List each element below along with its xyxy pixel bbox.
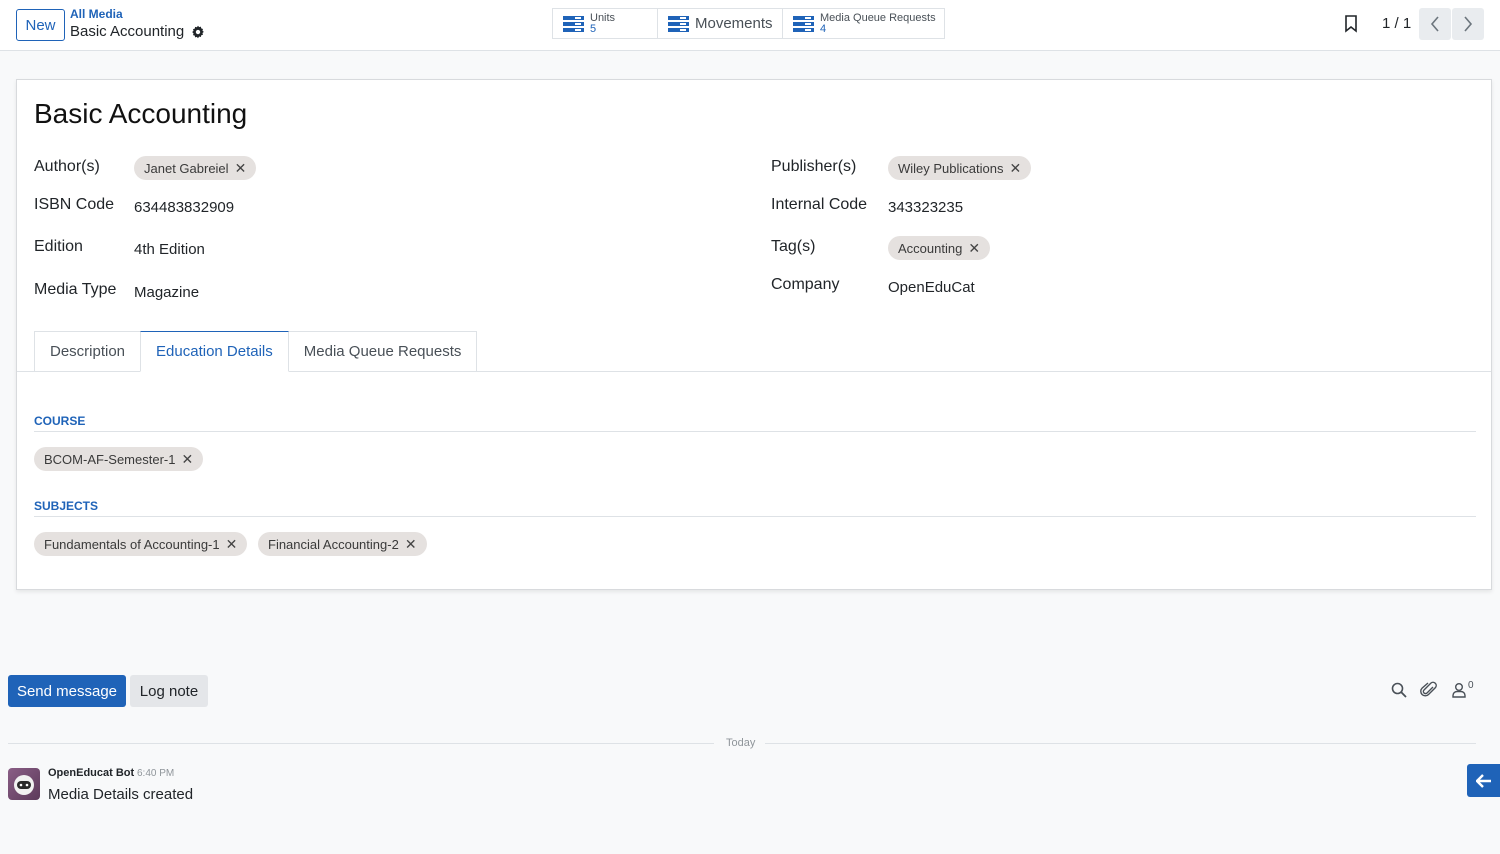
message-body: Media Details created	[48, 786, 194, 803]
remove-icon[interactable]: ✕	[226, 536, 238, 553]
arrow-left-icon	[1475, 773, 1491, 788]
remove-icon[interactable]: ✕	[1010, 160, 1022, 177]
units-smart-button[interactable]: Units 5	[552, 8, 658, 39]
tags-label: Tag(s)	[771, 238, 816, 255]
tag-chip-label: Accounting	[898, 240, 963, 256]
pager-value[interactable]: 1 / 1	[1382, 15, 1411, 32]
paperclip-icon[interactable]	[1420, 681, 1438, 699]
gear-icon[interactable]	[191, 25, 205, 39]
media-type-label: Media Type	[34, 281, 117, 298]
subject-tag[interactable]: Financial Accounting-2 ✕	[258, 532, 427, 556]
authors-label: Author(s)	[34, 158, 100, 175]
breadcrumb-parent-link[interactable]: All Media	[70, 7, 123, 21]
publishers-label: Publisher(s)	[771, 158, 857, 175]
subject-tag-label: Fundamentals of Accounting-1	[44, 536, 220, 552]
movements-label: Movements	[695, 15, 773, 32]
movements-smart-button[interactable]: Movements	[657, 8, 783, 39]
control-panel: New All Media Basic Accounting Units 5 M…	[0, 0, 1500, 51]
isbn-field[interactable]: 634483832909	[134, 199, 234, 216]
internal-code-field[interactable]: 343323235	[888, 199, 963, 216]
record-name: Basic Accounting	[70, 23, 185, 40]
list-icon	[563, 15, 584, 32]
tab-media-queue-requests[interactable]: Media Queue Requests	[287, 331, 478, 372]
subject-tag-label: Financial Accounting-2	[268, 536, 399, 552]
message-author[interactable]: OpenEducat Bot	[48, 767, 134, 779]
search-icon[interactable]	[1390, 681, 1408, 699]
media-queue-requests-count: 4	[820, 22, 827, 35]
course-section-divider	[34, 431, 1476, 432]
form-sheet: Basic Accounting Author(s) Janet Gabreie…	[16, 79, 1492, 590]
list-icon	[793, 15, 814, 32]
date-separator-line	[765, 743, 1476, 744]
tab-description[interactable]: Description	[34, 331, 142, 372]
publisher-tag-label: Wiley Publications	[898, 160, 1004, 176]
subjects-section-title: SUBJECTS	[34, 499, 99, 513]
breadcrumb-current: Basic Accounting	[70, 23, 205, 40]
chevron-right-icon	[1464, 16, 1473, 32]
avatar[interactable]	[8, 768, 40, 800]
edition-field[interactable]: 4th Edition	[134, 241, 205, 258]
media-queue-requests-smart-button[interactable]: Media Queue Requests 4	[782, 8, 945, 39]
publisher-tag[interactable]: Wiley Publications ✕	[888, 156, 1032, 180]
date-separator-label: Today	[726, 737, 756, 749]
internal-code-label: Internal Code	[771, 196, 868, 213]
user-icon[interactable]	[1450, 681, 1468, 699]
bot-icon	[14, 775, 34, 795]
company-label: Company	[771, 276, 840, 293]
followers-count: 0	[1468, 680, 1474, 691]
author-tag-label: Janet Gabreiel	[144, 160, 229, 176]
list-icon	[668, 15, 689, 32]
record-title[interactable]: Basic Accounting	[34, 98, 247, 130]
chevron-left-icon	[1430, 16, 1439, 32]
remove-icon[interactable]: ✕	[968, 240, 980, 257]
previous-record-button[interactable]	[1419, 8, 1451, 40]
next-record-button[interactable]	[1452, 8, 1484, 40]
remove-icon[interactable]: ✕	[181, 451, 193, 468]
units-label: Units	[590, 11, 616, 24]
remove-icon[interactable]: ✕	[235, 160, 247, 177]
author-tag[interactable]: Janet Gabreiel ✕	[134, 156, 257, 180]
company-field[interactable]: OpenEduCat	[888, 279, 975, 296]
date-separator-line	[8, 743, 714, 744]
message-timestamp: 6:40 PM	[137, 768, 175, 779]
smart-buttons: Units 5 Movements Media Queue Requests 4	[552, 8, 945, 39]
toggle-chatter-button[interactable]	[1467, 764, 1500, 797]
media-queue-requests-label: Media Queue Requests	[820, 11, 936, 24]
bookmark-icon[interactable]	[1344, 15, 1358, 33]
course-tag[interactable]: BCOM-AF-Semester-1 ✕	[34, 447, 204, 471]
isbn-label: ISBN Code	[34, 196, 115, 213]
log-note-button[interactable]: Log note	[130, 675, 208, 707]
course-tag-label: BCOM-AF-Semester-1	[44, 451, 176, 467]
tag-chip[interactable]: Accounting ✕	[888, 236, 991, 260]
notebook-tabs: Description Education Details Media Queu…	[34, 331, 478, 372]
subject-tag[interactable]: Fundamentals of Accounting-1 ✕	[34, 532, 248, 556]
remove-icon[interactable]: ✕	[405, 536, 417, 553]
edition-label: Edition	[34, 238, 83, 255]
tab-education-details[interactable]: Education Details	[140, 331, 289, 372]
new-button[interactable]: New	[16, 9, 65, 41]
units-count: 5	[590, 22, 597, 35]
send-message-button[interactable]: Send message	[8, 675, 126, 707]
media-type-field[interactable]: Magazine	[134, 284, 199, 301]
subjects-section-divider	[34, 516, 1476, 517]
course-section-title: COURSE	[34, 414, 86, 428]
